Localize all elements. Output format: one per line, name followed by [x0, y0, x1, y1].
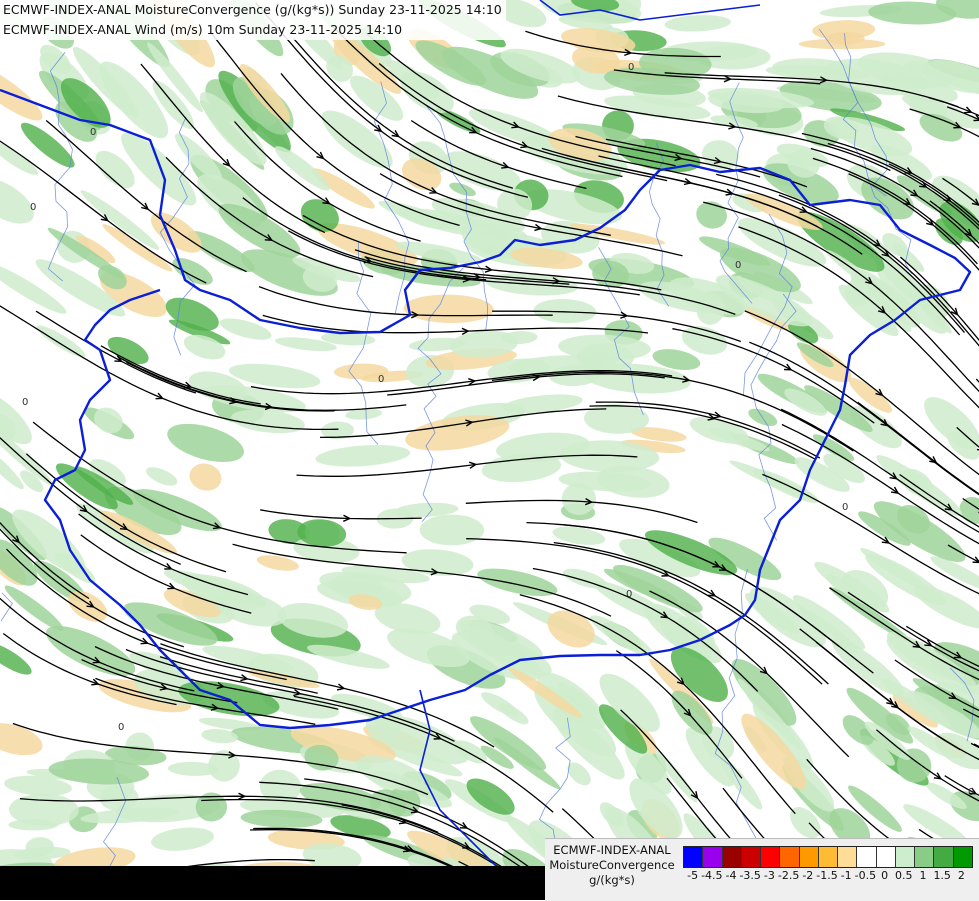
legend-swatch	[780, 847, 799, 867]
moisture-cell	[8, 819, 58, 830]
legend-swatch	[800, 847, 819, 867]
legend-swatch	[684, 847, 703, 867]
moisture-cell	[315, 442, 411, 469]
moisture-cell	[420, 515, 484, 546]
legend-tick: -2	[802, 869, 813, 882]
legend-color-bar	[683, 846, 973, 868]
legend-label-model: ECMWF-INDEX-ANAL	[545, 843, 679, 858]
legend-tick: -4	[726, 869, 737, 882]
legend-swatch	[934, 847, 953, 867]
legend-tick-labels: -5-4.5 -4-3.5 -3-2.5-2-1.5 -1-0.5 0 0.5 1 1.5 2	[683, 869, 971, 885]
legend-tick: -1	[841, 869, 852, 882]
legend-swatch	[877, 847, 896, 867]
moisture-cell	[256, 552, 301, 573]
legend-swatch	[915, 847, 934, 867]
legend-swatch	[896, 847, 915, 867]
legend-tick: 0.5	[895, 869, 913, 882]
moisture-cell	[664, 14, 731, 33]
legend-tick: 0	[881, 869, 888, 882]
weather-map: 0 0 0 0 0 0 0 0 0 0	[0, 0, 979, 900]
legend-tick: -0.5	[855, 869, 876, 882]
contour-label: 0	[30, 202, 36, 213]
contour-label: 0	[626, 589, 632, 600]
contour-label: 0	[118, 722, 124, 733]
moisture-cell	[143, 463, 180, 489]
moisture-cell	[104, 331, 153, 369]
contour-label: 0	[378, 374, 384, 385]
moisture-cell	[0, 169, 41, 233]
moisture-cell	[0, 717, 46, 761]
contour-label: 0	[22, 397, 28, 408]
legend-swatch	[819, 847, 838, 867]
moisture-cell	[496, 699, 531, 728]
moisture-cell	[40, 616, 142, 685]
moisture-cell	[403, 294, 494, 324]
map-title: ECMWF-INDEX-ANAL MoistureConvergence (g/…	[0, 0, 506, 40]
legend-swatch	[742, 847, 761, 867]
contour-label: 0	[90, 127, 96, 138]
legend-label: ECMWF-INDEX-ANAL MoistureConvergence g/(…	[545, 843, 679, 888]
legend-tick: -4.5	[701, 869, 722, 882]
legend-tick: -3	[764, 869, 775, 882]
legend-tick: -1.5	[816, 869, 837, 882]
legend-tick: -5	[687, 869, 698, 882]
legend-tick: 1.5	[933, 869, 951, 882]
contour-label: 0	[735, 260, 741, 271]
legend-swatch	[761, 847, 780, 867]
legend-tick: 1	[920, 869, 927, 882]
moisture-cell	[551, 524, 606, 548]
moisture-cell	[150, 825, 215, 854]
moisture-cell	[163, 416, 248, 469]
moisture-cell	[693, 198, 730, 232]
color-legend: ECMWF-INDEX-ANAL MoistureConvergence g/(…	[545, 838, 979, 901]
legend-swatch	[954, 847, 972, 867]
legend-tick: 2	[958, 869, 965, 882]
contour-label: 0	[842, 502, 848, 513]
title-line-moisture: ECMWF-INDEX-ANAL MoistureConvergence (g/…	[3, 0, 502, 20]
legend-tick: -2.5	[778, 869, 799, 882]
moisture-cell	[475, 563, 560, 602]
moisture-cell	[201, 727, 239, 745]
title-line-wind: ECMWF-INDEX-ANAL Wind (m/s) 10m Sunday 2…	[3, 20, 502, 40]
legend-swatch	[723, 847, 742, 867]
legend-label-unit: g/(kg*s)	[545, 873, 679, 888]
legend-swatch	[857, 847, 876, 867]
contour-label: 0	[968, 787, 974, 798]
contour-label: 0	[628, 62, 634, 73]
legend-tick: -3.5	[739, 869, 760, 882]
moisture-cell	[186, 460, 225, 495]
legend-label-variable: MoistureConvergence	[545, 858, 679, 873]
legend-swatch	[703, 847, 722, 867]
legend-swatch	[838, 847, 857, 867]
